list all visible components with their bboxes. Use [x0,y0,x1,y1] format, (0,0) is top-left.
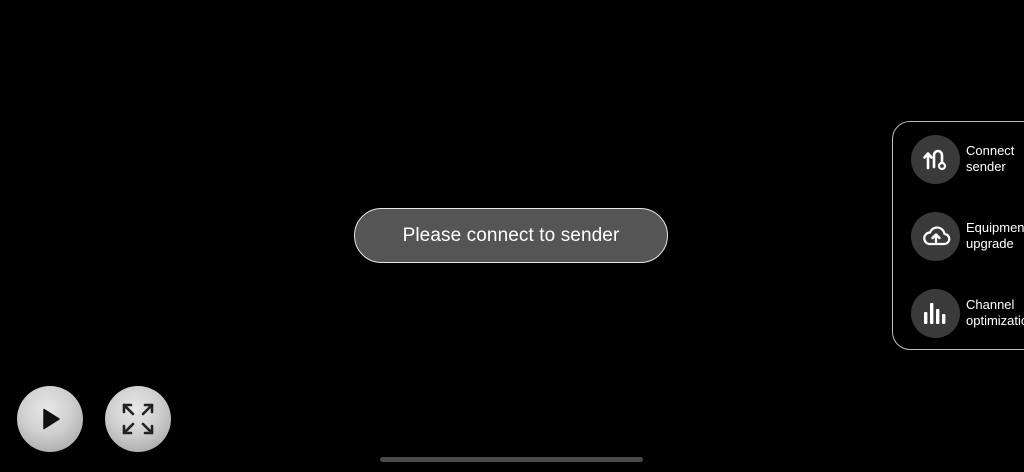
cloud-upload-icon [911,211,960,261]
play-icon [43,408,60,430]
video-screen: Please connect to sender Connect sender [0,0,1024,472]
connect-sender-button[interactable]: Connect sender [911,134,1024,184]
side-panel: Connect sender Equipment upgrade Channel… [892,121,1024,350]
home-indicator[interactable] [380,457,643,462]
connect-sender-label: Connect sender [966,143,1015,174]
toast-message: Please connect to sender [402,224,620,246]
channel-optimization-button[interactable]: Channel optimization [911,288,1024,338]
channel-optimization-label: Channel optimization [966,297,1024,328]
connection-toast: Please connect to sender [354,208,668,263]
expand-arrows-icon [122,403,154,435]
connect-route-icon [911,134,960,184]
bar-chart-icon [911,288,960,338]
equipment-upgrade-button[interactable]: Equipment upgrade [911,211,1024,261]
equipment-upgrade-label: Equipment upgrade [966,220,1024,251]
fullscreen-button[interactable] [105,386,171,452]
play-button[interactable] [17,386,83,452]
